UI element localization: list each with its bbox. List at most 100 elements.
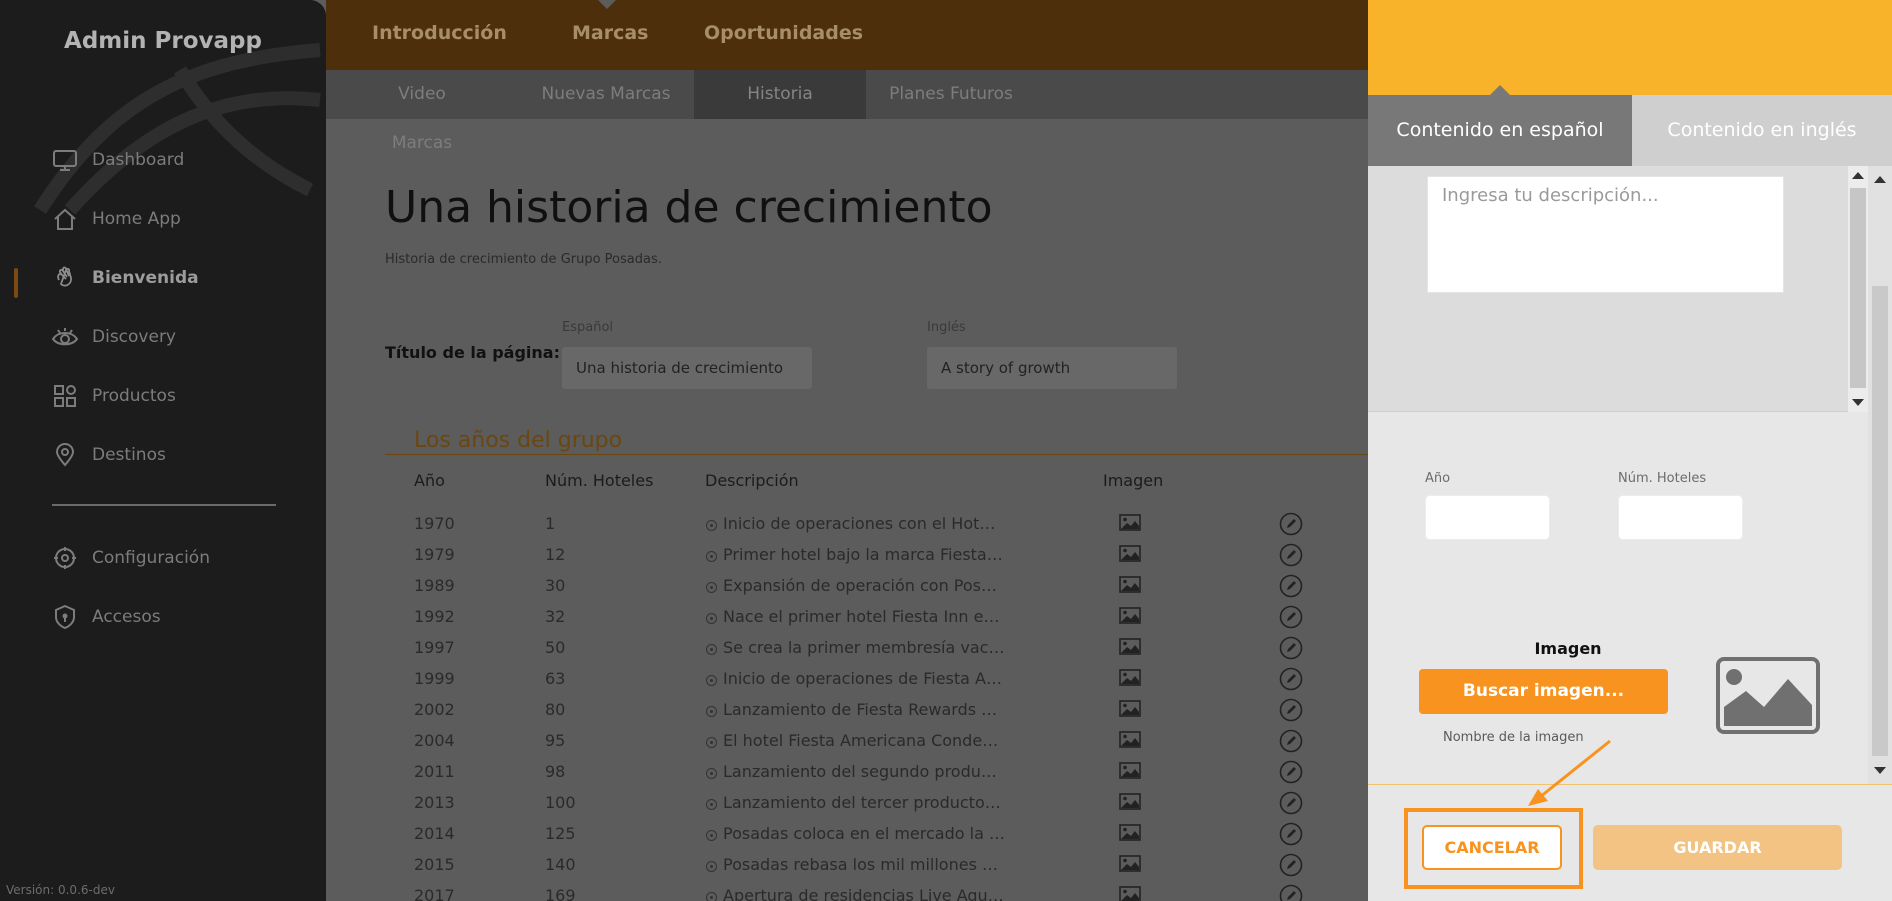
row-description: Se crea la primer membresía vacacio... (723, 638, 1005, 657)
subtab-planes-futuros[interactable]: Planes Futuros (886, 70, 1016, 119)
edit-icon[interactable] (1279, 822, 1303, 846)
row-description: Expansión de operación con Posada... (723, 576, 1005, 595)
col-header-year: Año (414, 471, 445, 490)
save-button[interactable]: GUARDAR (1593, 825, 1842, 870)
title-english-input[interactable]: A story of growth (927, 347, 1177, 389)
table-row: 1979 12 Primer hotel bajo la marca Fiesta … (0, 539, 1368, 570)
image-icon[interactable] (1119, 824, 1141, 841)
scroll-down-arrow-icon[interactable] (1874, 767, 1886, 774)
image-icon[interactable] (1119, 576, 1141, 593)
tab-oportunidades[interactable]: Oportunidades (704, 22, 863, 44)
sidebar-item-label: Home App (92, 209, 181, 229)
eye-icon (52, 324, 78, 350)
table-row: 1970 1 Inicio de operaciones con el Hotel … (0, 508, 1368, 539)
description-textarea[interactable]: Ingresa tu descripción... (1427, 176, 1784, 293)
image-icon[interactable] (1119, 545, 1141, 562)
table-row: 2017 169 Apertura de residencias Live Aqua… (0, 880, 1368, 901)
row-year: 1989 (414, 576, 455, 595)
sidebar-item-home-app[interactable]: Home App (52, 199, 181, 239)
row-hotels: 169 (545, 886, 576, 901)
edit-icon[interactable] (1279, 667, 1303, 691)
title-spanish-input[interactable]: Una historia de crecimiento (562, 347, 812, 389)
scroll-up-arrow-icon[interactable] (1874, 176, 1886, 183)
row-year: 1979 (414, 545, 455, 564)
scroll-thumb[interactable] (1850, 188, 1866, 388)
edit-icon[interactable] (1279, 543, 1303, 567)
subtab-nuevas-marcas[interactable]: Nuevas Marcas (541, 70, 671, 119)
panel-scrollbar[interactable] (1868, 166, 1892, 784)
active-tab-caret (598, 0, 616, 9)
edit-icon[interactable] (1279, 884, 1303, 901)
active-indicator (14, 268, 18, 298)
image-icon[interactable] (1119, 638, 1141, 655)
row-year: 2002 (414, 700, 455, 719)
table-row: 1992 32 Nace el primer hotel Fiesta Inn en… (0, 601, 1368, 632)
edit-icon[interactable] (1279, 698, 1303, 722)
sidebar-item-label: Productos (92, 386, 176, 406)
image-placeholder-icon (1716, 657, 1820, 734)
sidebar-item-productos[interactable]: Productos (52, 376, 176, 416)
row-year: 1992 (414, 607, 455, 626)
edit-icon[interactable] (1279, 791, 1303, 815)
edit-icon[interactable] (1279, 512, 1303, 536)
col-header-description: Descripción (705, 471, 799, 490)
sidebar-item-bienvenida[interactable]: Bienvenida (52, 258, 199, 298)
image-icon[interactable] (1119, 793, 1141, 810)
page-subtitle: Historia de crecimiento de Grupo Posadas… (385, 252, 662, 267)
table-row: 2015 140 Posadas rebasa los mil millones d… (0, 849, 1368, 880)
image-icon[interactable] (1119, 886, 1141, 901)
grid-icon (52, 383, 78, 409)
tab-marcas[interactable]: Marcas (572, 22, 649, 44)
scroll-up-arrow-icon[interactable] (1852, 172, 1864, 179)
row-year: 2014 (414, 824, 455, 843)
row-hotels: 98 (545, 762, 566, 781)
description-scrollbar[interactable] (1848, 166, 1868, 412)
edit-icon[interactable] (1279, 574, 1303, 598)
image-icon[interactable] (1119, 855, 1141, 872)
table-row: 2013 100 Lanzamiento del tercer producto v… (0, 787, 1368, 818)
edit-icon[interactable] (1279, 729, 1303, 753)
row-hotels: 95 (545, 731, 566, 750)
row-description: Apertura de residencias Live Aqua R... (723, 886, 1005, 901)
edit-panel: Contenido en español Contenido en inglés… (1368, 0, 1892, 901)
sidebar-divider (52, 504, 276, 506)
edit-icon[interactable] (1279, 853, 1303, 877)
row-hotels: 32 (545, 607, 566, 626)
image-icon[interactable] (1119, 762, 1141, 779)
row-description: Posadas rebasa los mil millones de d... (723, 855, 1005, 874)
hotels-input[interactable] (1618, 495, 1743, 540)
footer-divider (1368, 784, 1892, 785)
top-navigation: Introducción Marcas Oportunidades (326, 0, 1368, 70)
edit-icon[interactable] (1279, 636, 1303, 660)
tab-contenido-espanol[interactable]: Contenido en español (1368, 95, 1632, 166)
image-icon[interactable] (1119, 669, 1141, 686)
row-hotels: 12 (545, 545, 566, 564)
image-icon[interactable] (1119, 514, 1141, 531)
sidebar-item-discovery[interactable]: Discovery (52, 317, 176, 357)
row-year: 1999 (414, 669, 455, 688)
sidebar-item-label: Bienvenida (92, 268, 199, 288)
search-image-button[interactable]: Buscar imagen... (1419, 669, 1668, 714)
image-icon[interactable] (1119, 731, 1141, 748)
tab-contenido-ingles[interactable]: Contenido en inglés (1632, 95, 1892, 166)
scroll-thumb[interactable] (1872, 286, 1888, 756)
subtab-video-marcas[interactable]: Video Marcas (366, 70, 478, 153)
year-input[interactable] (1425, 495, 1550, 540)
subtab-historia[interactable]: Historia (694, 70, 866, 119)
description-area: Ingresa tu descripción... (1368, 166, 1848, 412)
col-header-hotels: Núm. Hoteles (545, 471, 654, 490)
page-title-label: Título de la página: (385, 343, 560, 362)
table-row: 1999 63 Inicio de operaciones de Fiesta Am… (0, 663, 1368, 694)
page-title: Una historia de crecimiento (385, 182, 993, 233)
sidebar-item-dashboard[interactable]: Dashboard (52, 140, 184, 180)
row-year: 1970 (414, 514, 455, 533)
sidebar-item-destinos[interactable]: Destinos (52, 435, 166, 475)
cancel-button[interactable]: CANCELAR (1422, 825, 1562, 870)
scroll-down-arrow-icon[interactable] (1852, 399, 1864, 406)
image-icon[interactable] (1119, 700, 1141, 717)
edit-icon[interactable] (1279, 605, 1303, 629)
image-icon[interactable] (1119, 607, 1141, 624)
row-year: 2017 (414, 886, 455, 901)
edit-icon[interactable] (1279, 760, 1303, 784)
tab-introduccion[interactable]: Introducción (372, 22, 507, 44)
